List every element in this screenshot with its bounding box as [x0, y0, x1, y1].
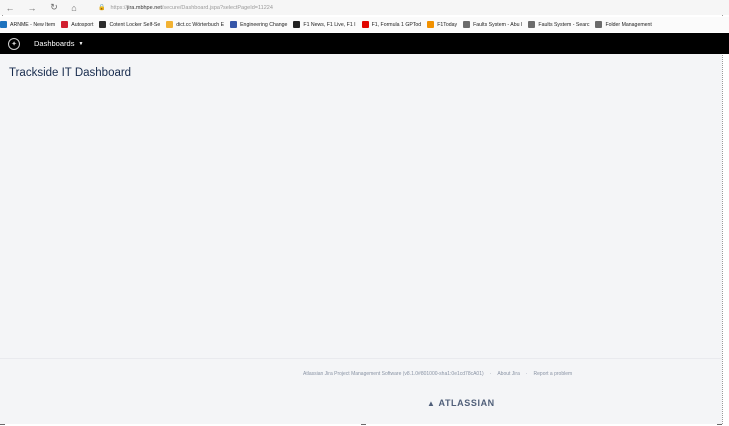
bookmark-favicon-icon [595, 21, 603, 28]
footer-separator: · [489, 371, 492, 377]
footer-separator: · [525, 371, 528, 377]
bookmark-item[interactable]: F1 News, F1 Live, F1 I [293, 21, 356, 28]
lock-icon: 🔒 [98, 5, 106, 11]
bookmark-item[interactable]: Folder Management [595, 21, 652, 28]
mercedes-logo-icon[interactable]: ✦ [8, 37, 20, 50]
bookmark-item[interactable]: F1Today [427, 21, 457, 28]
bookmark-label: Folder Management [605, 21, 652, 28]
bookmark-item[interactable]: ARNME - New Item [0, 21, 55, 28]
dashboards-menu-label: Dashboards [34, 39, 75, 48]
bookmark-label: F1 News, F1 Live, F1 I [303, 21, 356, 28]
dashboards-menu[interactable]: Dashboards ▼ [34, 39, 83, 48]
bookmark-label: F1, Formula 1 GPTod [371, 21, 422, 28]
bookmark-favicon-icon [0, 21, 7, 28]
bookmark-label: F1Today [437, 21, 458, 28]
bookmark-favicon-icon [361, 21, 369, 28]
bookmarks-bar: ARNME - New Item Autosport Cotent Locker S… [0, 17, 729, 32]
bookmark-item[interactable]: Autosport [61, 21, 93, 28]
atlassian-triangle-icon: ▲ [427, 398, 436, 408]
bookmark-favicon-icon [427, 21, 435, 28]
url-path: /secure/Dashboard.jspa?selectPageId=1122… [161, 4, 273, 11]
footer-report-link[interactable]: Report a problem [534, 371, 573, 377]
page-title: Trackside IT Dashboard [9, 67, 132, 79]
bookmark-favicon-icon [293, 21, 301, 28]
url-host: jira.mbhpe.net [127, 4, 162, 11]
bookmark-item[interactable]: F1, Formula 1 GPTod [361, 21, 422, 28]
jira-header: ✦ Dashboards ▼ [0, 33, 729, 54]
bookmark-item[interactable]: Cotent Locker Self-Se [99, 21, 160, 28]
bookmark-favicon-icon [463, 21, 471, 28]
footer-about-link[interactable]: About Jira [497, 371, 520, 377]
footer-divider [0, 358, 722, 359]
forward-arrow-icon[interactable]: → [26, 2, 38, 14]
bookmark-item[interactable]: Engineering Change [230, 21, 287, 28]
bookmark-favicon-icon [528, 21, 536, 28]
bookmark-label: ARNME - New Item [10, 21, 56, 28]
footer-software-link[interactable]: Atlassian Jira Project Management Softwa… [303, 371, 484, 377]
bookmark-label: Engineering Change [240, 21, 288, 28]
bookmark-label: dict.cc Wörterbuch E [176, 21, 225, 28]
bookmark-label: Faults System - Abu I [473, 21, 523, 28]
bookmark-label: Cotent Locker Self-Se [109, 21, 161, 28]
reload-icon[interactable]: ↻ [48, 2, 60, 14]
bookmark-favicon-icon [166, 21, 174, 28]
dashboard-content: Trackside IT Dashboard Atlassian Jira Pr… [0, 54, 722, 424]
bookmark-item[interactable]: Faults System - Abu I [463, 21, 522, 28]
atlassian-logo[interactable]: ▲ ATLASSIAN [427, 398, 495, 408]
bookmark-label: Faults System - Searc [538, 21, 590, 28]
url-prefix: https:// [110, 4, 127, 11]
browser-navbar: ← → ↻ ⌂ 🔒 https://jira.mbhpe.net/secure/… [0, 0, 729, 15]
footer-links: Atlassian Jira Project Management Softwa… [303, 371, 572, 377]
home-icon[interactable]: ⌂ [68, 2, 80, 14]
bookmark-item[interactable]: dict.cc Wörterbuch E [166, 21, 224, 28]
bookmark-favicon-icon [230, 21, 238, 28]
bookmark-label: Autosport [71, 21, 94, 28]
chevron-down-icon: ▼ [78, 40, 84, 47]
bookmark-favicon-icon [61, 21, 69, 28]
bookmark-item[interactable]: Faults System - Searc [528, 21, 589, 28]
address-bar[interactable]: 🔒 https://jira.mbhpe.net/secure/Dashboar… [98, 4, 273, 12]
atlassian-brand: ATLASSIAN [438, 398, 495, 408]
bookmark-favicon-icon [99, 21, 107, 28]
back-arrow-icon[interactable]: ← [4, 2, 16, 14]
